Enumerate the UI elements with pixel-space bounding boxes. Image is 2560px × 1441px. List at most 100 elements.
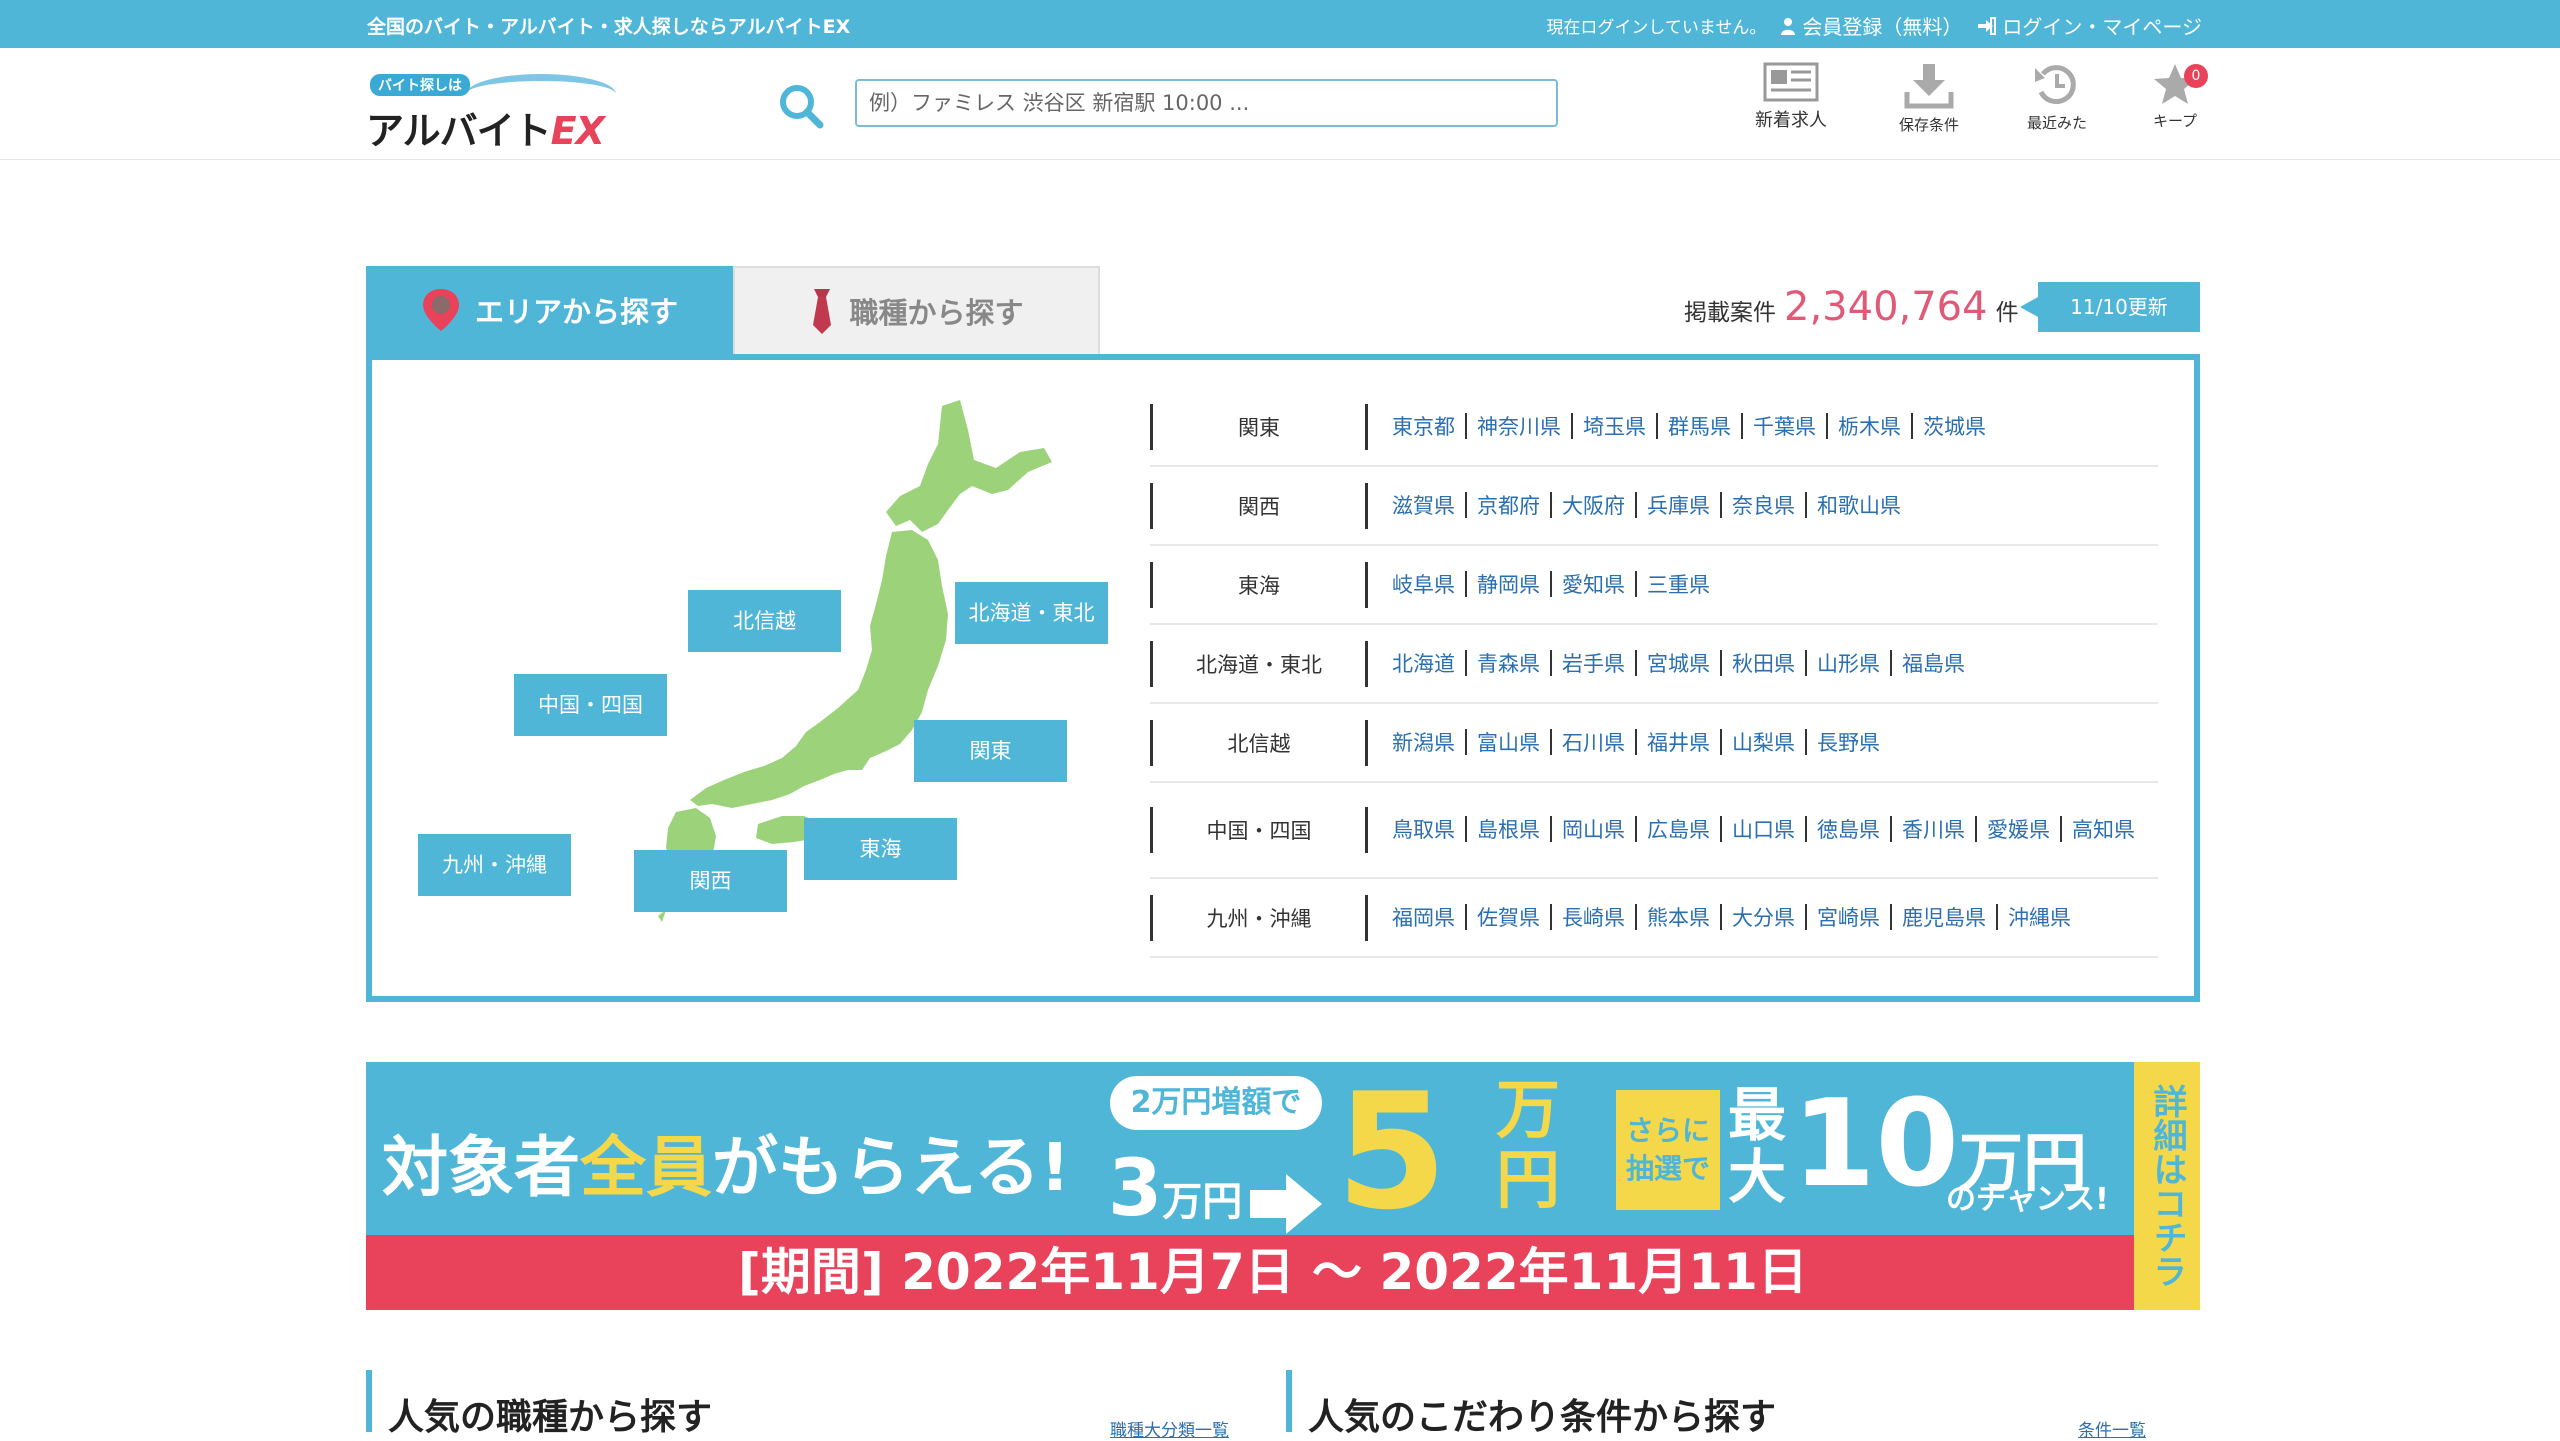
prefecture-link[interactable]: 奈良県	[1732, 494, 1795, 518]
prefecture-link[interactable]: 長野県	[1817, 731, 1880, 755]
map-region-kanto[interactable]: 関東	[914, 720, 1067, 782]
prefecture-link[interactable]: 福井県	[1647, 731, 1710, 755]
prefecture-link[interactable]: 福島県	[1902, 652, 1965, 676]
prefecture-separator	[1741, 412, 1743, 439]
banner-details-link[interactable]: 詳細はコチラ	[2134, 1062, 2200, 1310]
prefecture-link[interactable]: 和歌山県	[1817, 494, 1901, 518]
new-jobs-label: 新着求人	[1755, 110, 1827, 131]
prefecture-link[interactable]: 宮崎県	[1817, 906, 1880, 930]
prefecture-link[interactable]: 愛媛県	[1987, 818, 2050, 842]
prefecture-separator	[1805, 491, 1807, 518]
prefecture-link[interactable]: 長崎県	[1562, 906, 1625, 930]
prefecture-links: 新潟県 富山県 石川県 福井県 山梨県 長野県	[1368, 727, 2158, 759]
prefecture-link[interactable]: 沖縄県	[2008, 906, 2071, 930]
map-region-hokkaido-tohoku[interactable]: 北海道・東北	[955, 582, 1108, 644]
prefecture-links: 滋賀県 京都府 大阪府 兵庫県 奈良県 和歌山県	[1368, 490, 2158, 522]
prefecture-separator	[1550, 570, 1552, 597]
prefecture-separator	[1465, 816, 1467, 842]
map-region-kyushu-okinawa[interactable]: 九州・沖縄	[418, 834, 571, 896]
listing-count: 掲載案件 2,340,764 件	[1684, 284, 2019, 330]
map-region-hokushinetsu[interactable]: 北信越	[688, 590, 841, 652]
region-name: 北海道・東北	[1150, 640, 1368, 687]
search-input[interactable]	[855, 79, 1558, 127]
prefecture-separator	[1720, 728, 1722, 755]
register-link[interactable]: 会員登録（無料）	[1780, 11, 1962, 40]
prefecture-link[interactable]: 栃木県	[1838, 415, 1901, 439]
banner-headline-b: 全員	[580, 1129, 712, 1206]
prefecture-links: 岐阜県 静岡県 愛知県 三重県	[1368, 569, 2158, 601]
prefecture-link[interactable]: 茨城県	[1923, 415, 1986, 439]
prefecture-link[interactable]: 兵庫県	[1647, 494, 1710, 518]
prefecture-link[interactable]: 青森県	[1477, 652, 1540, 676]
prefecture-link[interactable]: 山形県	[1817, 652, 1880, 676]
prefecture-link[interactable]: 徳島県	[1817, 818, 1880, 842]
search-icon[interactable]	[777, 82, 825, 130]
tab-occupation[interactable]: 職種から探す	[733, 266, 1100, 354]
tab-area-label: エリアから探す	[474, 295, 678, 329]
prefecture-link[interactable]: 鳥取県	[1392, 818, 1455, 842]
saved-conditions-button[interactable]: 保存条件	[1874, 62, 1984, 135]
occupation-list-link[interactable]: 職種大分類一覧	[1110, 1416, 1229, 1441]
prefecture-separator	[1826, 412, 1828, 439]
region-row: 東海 岐阜県 静岡県 愛知県 三重県	[1150, 546, 2158, 625]
prefecture-link[interactable]: 千葉県	[1753, 415, 1816, 439]
prefecture-link[interactable]: 佐賀県	[1477, 906, 1540, 930]
prefecture-separator	[1805, 903, 1807, 930]
prefecture-link[interactable]: 富山県	[1477, 731, 1540, 755]
prefecture-separator	[1911, 412, 1913, 439]
banner-from-amount: 3万円	[1108, 1144, 1242, 1234]
prefecture-link[interactable]: 宮城県	[1647, 652, 1710, 676]
prefecture-link[interactable]: 石川県	[1562, 731, 1625, 755]
tab-area[interactable]: エリアから探す	[366, 266, 733, 354]
prefecture-link[interactable]: 大阪府	[1562, 494, 1625, 518]
map-region-chugoku-shikoku[interactable]: 中国・四国	[514, 674, 667, 736]
prefecture-link[interactable]: 岡山県	[1562, 818, 1625, 842]
logo-main-text: アルバイト	[366, 109, 552, 153]
download-icon	[1904, 64, 1954, 109]
prefecture-link[interactable]: 広島県	[1647, 818, 1710, 842]
site-logo[interactable]: バイト探しは アルバイトEX	[366, 70, 616, 153]
listing-count-number: 2,340,764	[1784, 284, 1988, 330]
region-row: 関東 東京都 神奈川県 埼玉県 群馬県 千葉県 栃木県 茨城県	[1150, 388, 2158, 467]
prefecture-link[interactable]: 福岡県	[1392, 906, 1455, 930]
keep-button[interactable]: 0 キープ	[2120, 62, 2230, 131]
prefecture-link[interactable]: 香川県	[1902, 818, 1965, 842]
prefecture-separator	[1550, 728, 1552, 755]
logo-ex-text: EX	[550, 109, 605, 153]
prefecture-link[interactable]: 岐阜県	[1392, 573, 1455, 597]
login-link[interactable]: ログイン・マイページ	[1976, 11, 2202, 40]
prefecture-link[interactable]: 大分県	[1732, 906, 1795, 930]
prefecture-link[interactable]: 埼玉県	[1583, 415, 1646, 439]
banner-to-number: 5	[1336, 1058, 1448, 1245]
popular-occupation-section: 人気の職種から探す 職種大分類一覧	[366, 1370, 1246, 1441]
prefecture-link[interactable]: 静岡県	[1477, 573, 1540, 597]
prefecture-link[interactable]: 岩手県	[1562, 652, 1625, 676]
logo-text: アルバイトEX	[366, 100, 605, 155]
prefecture-link[interactable]: 高知県	[2072, 818, 2135, 842]
conditions-list-link[interactable]: 条件一覧	[2078, 1416, 2146, 1441]
prefecture-link[interactable]: 鹿児島県	[1902, 906, 1986, 930]
prefecture-link[interactable]: 愛知県	[1562, 573, 1625, 597]
prefecture-link[interactable]: 新潟県	[1392, 731, 1455, 755]
region-name: 関西	[1150, 482, 1368, 529]
prefecture-link[interactable]: 熊本県	[1647, 906, 1710, 930]
prefecture-link[interactable]: 秋田県	[1732, 652, 1795, 676]
map-region-tokai[interactable]: 東海	[804, 818, 957, 880]
prefecture-link[interactable]: 京都府	[1477, 494, 1540, 518]
prefecture-link[interactable]: 山口県	[1732, 818, 1795, 842]
campaign-banner[interactable]: 対象者全員がもらえる! 2万円増額で 3万円 5 万円 さらに抽選で 最大 10…	[366, 1062, 2200, 1310]
new-jobs-button[interactable]: 新着求人	[1736, 62, 1846, 132]
prefecture-link[interactable]: 群馬県	[1668, 415, 1731, 439]
prefecture-separator	[1975, 816, 1977, 842]
region-row: 中国・四国 鳥取県 島根県 岡山県 広島県 山口県 徳島県 香川県 愛媛県 高知県	[1150, 783, 2158, 879]
prefecture-link[interactable]: 滋賀県	[1392, 494, 1455, 518]
prefecture-separator	[1465, 728, 1467, 755]
prefecture-link[interactable]: 島根県	[1477, 818, 1540, 842]
prefecture-link[interactable]: 東京都	[1392, 415, 1455, 439]
prefecture-link[interactable]: 北海道	[1392, 652, 1455, 676]
prefecture-link[interactable]: 神奈川県	[1477, 415, 1561, 439]
recently-viewed-button[interactable]: 最近みた	[2002, 62, 2112, 133]
prefecture-link[interactable]: 山梨県	[1732, 731, 1795, 755]
prefecture-link[interactable]: 三重県	[1647, 573, 1710, 597]
map-region-kansai[interactable]: 関西	[634, 850, 787, 912]
